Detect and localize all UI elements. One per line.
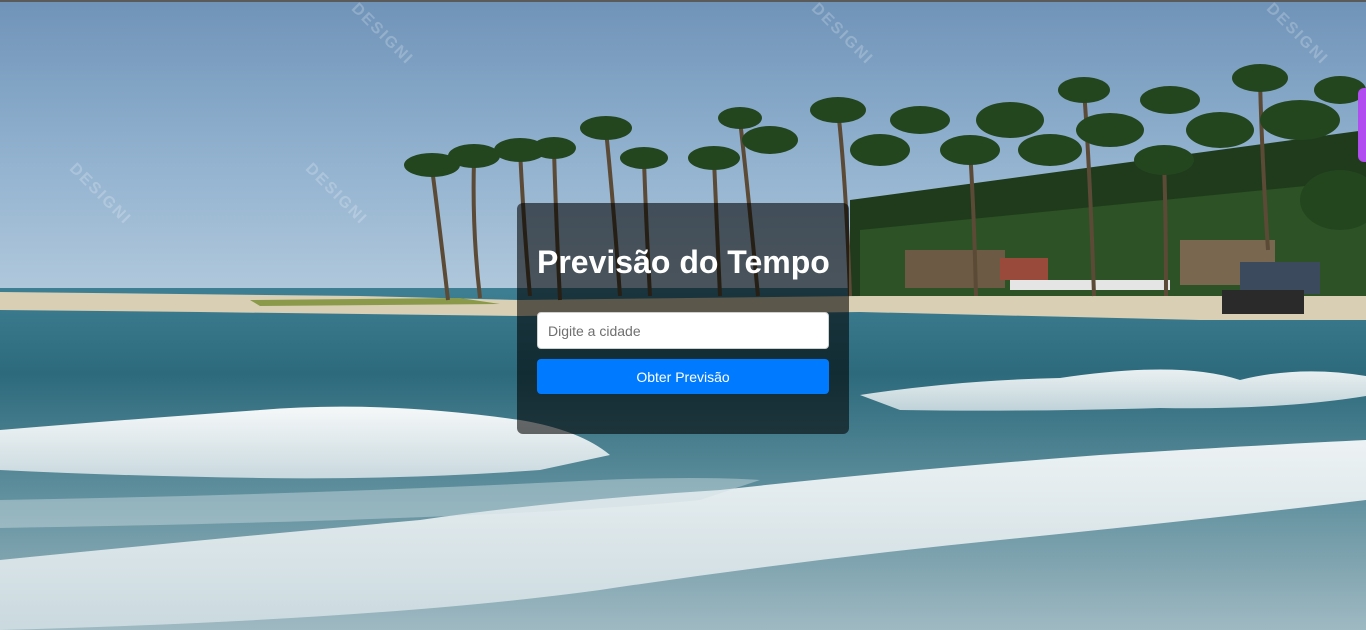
- weather-form-card: Previsão do Tempo Obter Previsão: [517, 203, 849, 434]
- side-tab-handle[interactable]: [1358, 88, 1366, 162]
- background-scene: DESIGNI DESIGNI DESIGNI DESIGNI DESIGNI …: [0, 0, 1366, 630]
- window-top-border: [0, 0, 1366, 2]
- get-forecast-button[interactable]: Obter Previsão: [537, 359, 829, 394]
- city-input[interactable]: [537, 312, 829, 349]
- page-title: Previsão do Tempo: [537, 244, 830, 280]
